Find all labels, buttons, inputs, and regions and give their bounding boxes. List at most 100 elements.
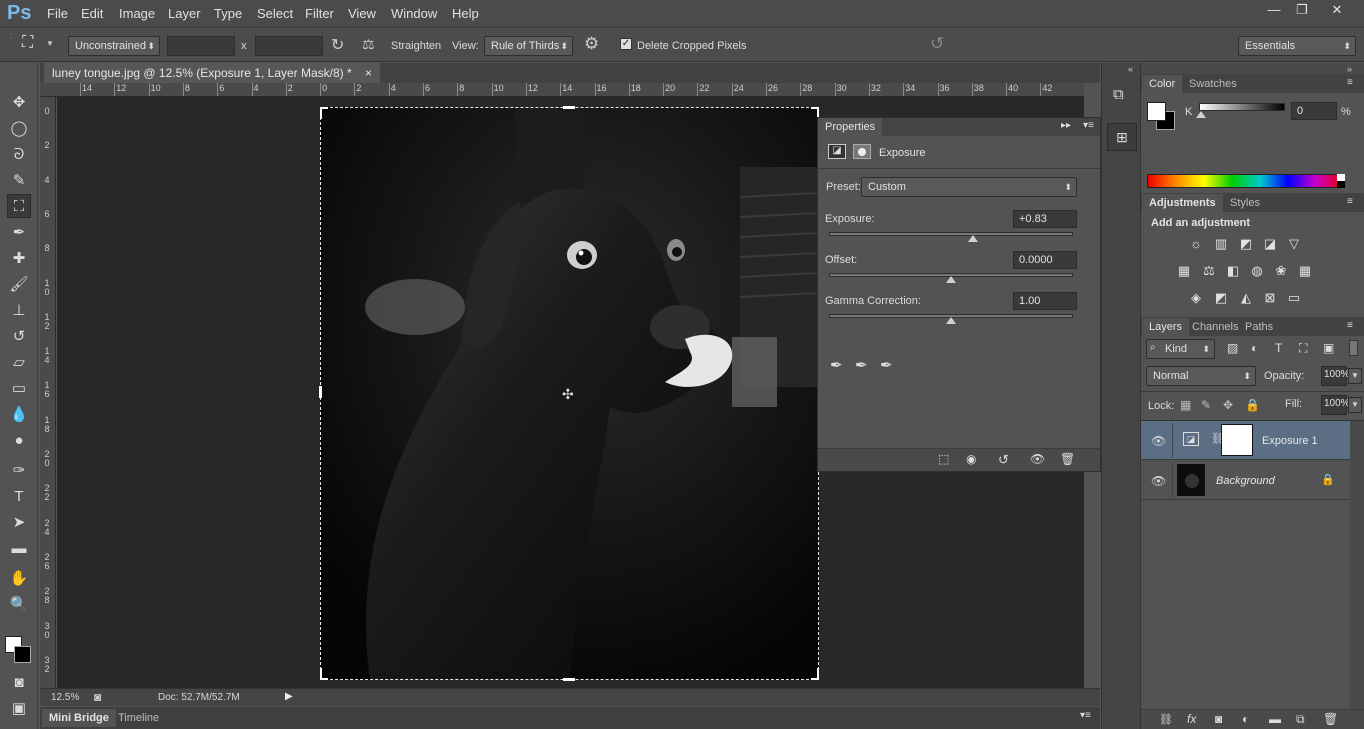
- exposure-adjustment-icon[interactable]: ◪: [828, 144, 846, 159]
- invert-icon[interactable]: ◈: [1187, 290, 1205, 306]
- link-icon[interactable]: ⛓: [1159, 713, 1173, 726]
- tool-preset-chevron-icon[interactable]: ▼: [46, 39, 54, 48]
- hand-tool-icon[interactable]: ✋: [7, 567, 31, 591]
- dodge-icon[interactable]: ●: [7, 429, 31, 453]
- k-value-field[interactable]: 0: [1291, 102, 1337, 120]
- crop-handle-bottom[interactable]: [563, 678, 575, 681]
- properties-panel-icon[interactable]: ⊞: [1107, 123, 1137, 151]
- gradient-icon[interactable]: ▭: [7, 377, 31, 401]
- tab-mini-bridge[interactable]: Mini Bridge: [42, 709, 116, 727]
- gamma-value-field[interactable]: 1.00: [1013, 292, 1077, 310]
- zoom-level[interactable]: 12.5%: [51, 692, 79, 703]
- k-slider-track[interactable]: [1199, 103, 1285, 111]
- layer-row-exposure[interactable]: 👁 ◪ ⛓ Exposure 1: [1141, 421, 1350, 460]
- menu-file[interactable]: File: [47, 6, 68, 21]
- filter-toggle[interactable]: [1349, 340, 1358, 356]
- fill-dropdown-arrow-icon[interactable]: ▼: [1348, 397, 1362, 413]
- lock-all-icon[interactable]: 🔒: [1245, 398, 1260, 412]
- menu-filter[interactable]: Filter: [305, 6, 334, 21]
- tab-layers[interactable]: Layers: [1142, 318, 1190, 336]
- filter-shape-icon[interactable]: ⛶: [1299, 341, 1307, 356]
- quick-selection-icon[interactable]: ✎: [7, 169, 31, 193]
- color-balance-icon[interactable]: ⚖: [1200, 263, 1218, 279]
- kind-filter-dropdown[interactable]: Kind: [1146, 339, 1215, 359]
- move-tool-icon[interactable]: ✥: [7, 91, 31, 115]
- crop-height-field[interactable]: [255, 36, 323, 56]
- layer-visibility-eye-icon[interactable]: 👁: [1151, 474, 1166, 488]
- delete-cropped-checkbox[interactable]: ✓: [620, 38, 632, 50]
- layers-panel-menu-icon[interactable]: ≡: [1347, 320, 1353, 331]
- eraser-icon[interactable]: ▱: [7, 351, 31, 375]
- mask-icon[interactable]: ◙: [1215, 712, 1222, 726]
- close-tab-icon[interactable]: ×: [365, 66, 372, 80]
- bottom-panel-menu-icon[interactable]: ▾≡: [1080, 710, 1091, 721]
- crop-tool-icon-selected[interactable]: ⛶: [7, 194, 31, 218]
- healing-brush-icon[interactable]: ✚: [7, 247, 31, 271]
- layer-mask-thumbnail[interactable]: [1221, 424, 1253, 456]
- workspace-dropdown[interactable]: Essentials: [1238, 36, 1356, 56]
- crop-handle-top-left[interactable]: [320, 107, 328, 119]
- menu-help[interactable]: Help: [452, 6, 479, 21]
- background-layer-thumbnail[interactable]: [1177, 464, 1205, 496]
- color-panel-menu-icon[interactable]: ≡: [1347, 77, 1353, 88]
- levels-icon[interactable]: ▥: [1212, 236, 1230, 252]
- black-point-eyedropper-icon[interactable]: ✒: [830, 356, 843, 374]
- tab-color[interactable]: Color: [1142, 75, 1183, 93]
- status-share-icon[interactable]: ◙: [94, 690, 101, 704]
- gradient-map-icon[interactable]: ▭: [1285, 290, 1303, 306]
- properties-tab[interactable]: Properties: [818, 118, 883, 136]
- menu-image[interactable]: Image: [119, 6, 155, 21]
- folder-icon[interactable]: ▬: [1269, 712, 1281, 726]
- gray-point-eyedropper-icon[interactable]: ✒: [855, 356, 868, 374]
- reset-icon[interactable]: ↺: [930, 34, 944, 54]
- photo-filter-icon[interactable]: ◍: [1248, 263, 1266, 279]
- lasso-icon[interactable]: ᘐ: [7, 143, 31, 167]
- background-color-swatch[interactable]: [14, 646, 31, 663]
- brush-icon[interactable]: 🖌: [7, 273, 31, 297]
- opacity-dropdown-arrow-icon[interactable]: ▼: [1348, 368, 1362, 384]
- filter-adjustment-icon[interactable]: ◐: [1251, 341, 1258, 355]
- straighten-label[interactable]: Straighten: [391, 40, 441, 52]
- elliptical-marquee-icon[interactable]: ◯: [7, 117, 31, 141]
- tab-channels[interactable]: Channels: [1185, 318, 1245, 336]
- restore-button[interactable]: ❐: [1287, 1, 1317, 19]
- vibrance-icon[interactable]: ▽: [1285, 236, 1303, 252]
- swap-icon[interactable]: ↻: [331, 35, 344, 55]
- path-selection-icon[interactable]: ➤: [7, 511, 31, 535]
- spectrum-white[interactable]: [1337, 174, 1345, 181]
- close-button[interactable]: ✕: [1322, 1, 1352, 19]
- tab-swatches[interactable]: Swatches: [1182, 75, 1244, 93]
- adjustment-icon[interactable]: ◐: [1242, 712, 1249, 726]
- crop-tool-icon[interactable]: ⛶: [22, 34, 33, 52]
- minimize-button[interactable]: —: [1259, 1, 1289, 19]
- tab-styles[interactable]: Styles: [1223, 194, 1267, 212]
- exposure-value-field[interactable]: +0.83: [1013, 210, 1077, 228]
- layer-visibility-eye-icon[interactable]: 👁: [1151, 434, 1166, 448]
- exposure-slider-track[interactable]: [829, 232, 1073, 236]
- exposure-slider-thumb[interactable]: [967, 235, 978, 242]
- selective-color-icon[interactable]: ⊠: [1261, 290, 1279, 306]
- visibility-icon[interactable]: 👁: [1030, 452, 1045, 466]
- crop-handle-left[interactable]: [319, 386, 322, 398]
- brightness-contrast-icon[interactable]: ☼: [1187, 236, 1205, 252]
- status-menu-arrow-icon[interactable]: ▶: [285, 691, 293, 702]
- menu-type[interactable]: Type: [214, 6, 242, 21]
- fx-icon[interactable]: fx: [1187, 712, 1196, 726]
- fill-field[interactable]: 100%: [1321, 395, 1350, 415]
- clone-stamp-icon[interactable]: ⊥: [7, 299, 31, 323]
- opacity-field[interactable]: 100%: [1321, 366, 1350, 386]
- eyedropper-icon[interactable]: ✒: [7, 221, 31, 245]
- crop-handle-bottom-left[interactable]: [320, 668, 328, 680]
- view-overlay-dropdown[interactable]: Rule of Thirds: [484, 36, 573, 56]
- layer-row-background[interactable]: 👁 Background 🔒: [1141, 461, 1350, 500]
- pen-icon[interactable]: ✑: [7, 459, 31, 483]
- trash-icon[interactable]: 🗑: [1060, 452, 1075, 466]
- gear-icon[interactable]: ⚙: [584, 34, 599, 54]
- zoom-tool-icon[interactable]: 🔍: [7, 593, 31, 617]
- white-point-eyedropper-icon[interactable]: ✒: [880, 356, 893, 374]
- menu-window[interactable]: Window: [391, 6, 437, 21]
- lock-transparent-icon[interactable]: ▦: [1180, 398, 1191, 412]
- color-spectrum[interactable]: [1147, 174, 1345, 188]
- clip-to-layer-icon[interactable]: ⬚: [938, 452, 949, 466]
- layer-name[interactable]: Background: [1216, 475, 1275, 487]
